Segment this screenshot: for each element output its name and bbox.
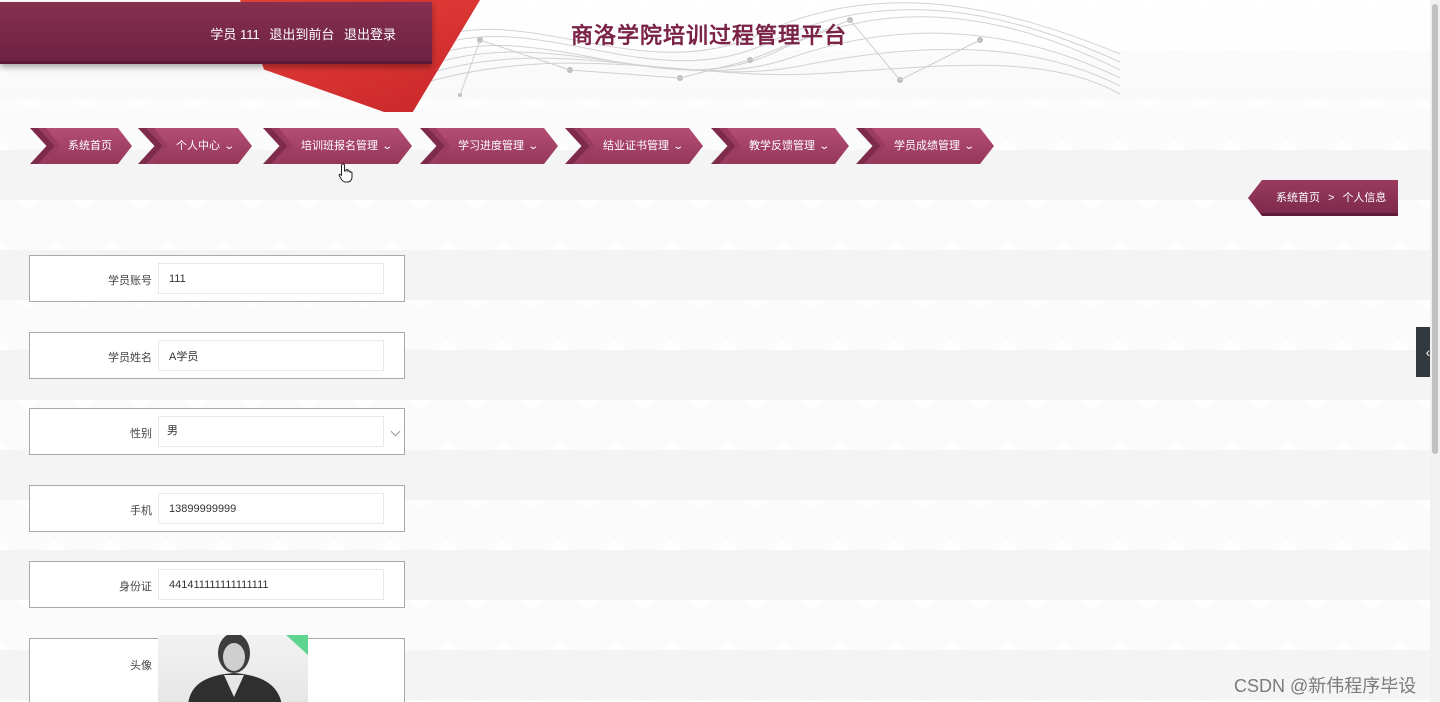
nav-item-label: 学员成绩管理 <box>894 140 960 152</box>
phone-label: 手机 <box>130 505 152 517</box>
chevron-down-icon: ⌄ <box>818 141 831 152</box>
nav-item-label: 培训班报名管理 <box>301 140 378 152</box>
user-bar: 学员 111 退出到前台 退出登录 <box>0 2 432 64</box>
chevron-down-icon: ⌄ <box>381 141 394 152</box>
breadcrumb-separator: > <box>1328 192 1335 204</box>
chevron-down-icon: ⌄ <box>672 141 685 152</box>
account-input[interactable] <box>158 263 384 294</box>
chevron-down-icon: ⌄ <box>527 141 540 152</box>
nav-item-body: 教学反馈管理 ⌄ <box>727 128 849 164</box>
id-card-input[interactable] <box>158 569 384 600</box>
nav-item-label: 结业证书管理 <box>603 140 669 152</box>
nav-item-body: 学员成绩管理 ⌄ <box>872 128 994 164</box>
name-label: 学员姓名 <box>108 352 152 364</box>
user-label: 学员 111 <box>210 27 260 42</box>
nav-item-body: 学习进度管理 ⌄ <box>436 128 558 164</box>
form-row-account: 学员账号 <box>29 255 405 302</box>
chevron-down-icon: ⌄ <box>963 141 976 152</box>
nav-item-label: 学习进度管理 <box>458 140 524 152</box>
name-input[interactable] <box>158 340 384 371</box>
nav-item-body: 结业证书管理 ⌄ <box>581 128 703 164</box>
form-row-gender: 性别 男 <box>29 408 405 455</box>
avatar-label: 头像 <box>130 660 152 672</box>
breadcrumb-home[interactable]: 系统首页 <box>1276 192 1320 204</box>
gender-label: 性别 <box>130 428 152 440</box>
page-header: 学员 111 退出到前台 退出登录 商洛学院培训过程管理平台 <box>0 0 1430 112</box>
avatar[interactable] <box>158 635 308 702</box>
chevron-down-icon <box>390 426 401 437</box>
nav-item-label: 教学反馈管理 <box>749 140 815 152</box>
gender-select[interactable]: 男 <box>158 416 384 447</box>
breadcrumb-current: 个人信息 <box>1342 192 1387 204</box>
back-to-front-link[interactable]: 退出到前台 <box>269 27 334 42</box>
chevron-down-icon: ⌄ <box>223 141 236 152</box>
user-info: 学员 111 退出到前台 退出登录 <box>204 24 396 43</box>
account-label: 学员账号 <box>108 275 152 287</box>
id-card-label: 身份证 <box>119 581 152 593</box>
nav-item-label: 个人中心 <box>176 140 220 152</box>
nav-item-body: 个人中心 ⌄ <box>154 128 252 164</box>
phone-input[interactable] <box>158 493 384 524</box>
hand-pointer-icon <box>338 163 353 183</box>
form-row-avatar: 头像 <box>29 635 405 702</box>
page-scrollbar[interactable] <box>1430 0 1440 702</box>
site-title: 商洛学院培训过程管理平台 <box>571 23 848 48</box>
nav-item-label: 系统首页 <box>68 140 112 152</box>
watermark: CSDN @新伟程序毕设 <box>1234 676 1417 696</box>
form-row-phone: 手机 <box>29 485 405 532</box>
avatar-photo-icon <box>188 635 308 702</box>
logout-link[interactable]: 退出登录 <box>344 27 396 42</box>
nav-item-body: 培训班报名管理 ⌄ <box>279 128 412 164</box>
form-row-name: 学员姓名 <box>29 332 405 379</box>
wave-lines-decoration <box>420 2 1120 97</box>
breadcrumb: 系统首页 > 个人信息 <box>1248 180 1398 216</box>
scrollbar-thumb[interactable] <box>1432 4 1438 454</box>
form-row-id-card: 身份证 <box>29 561 405 608</box>
